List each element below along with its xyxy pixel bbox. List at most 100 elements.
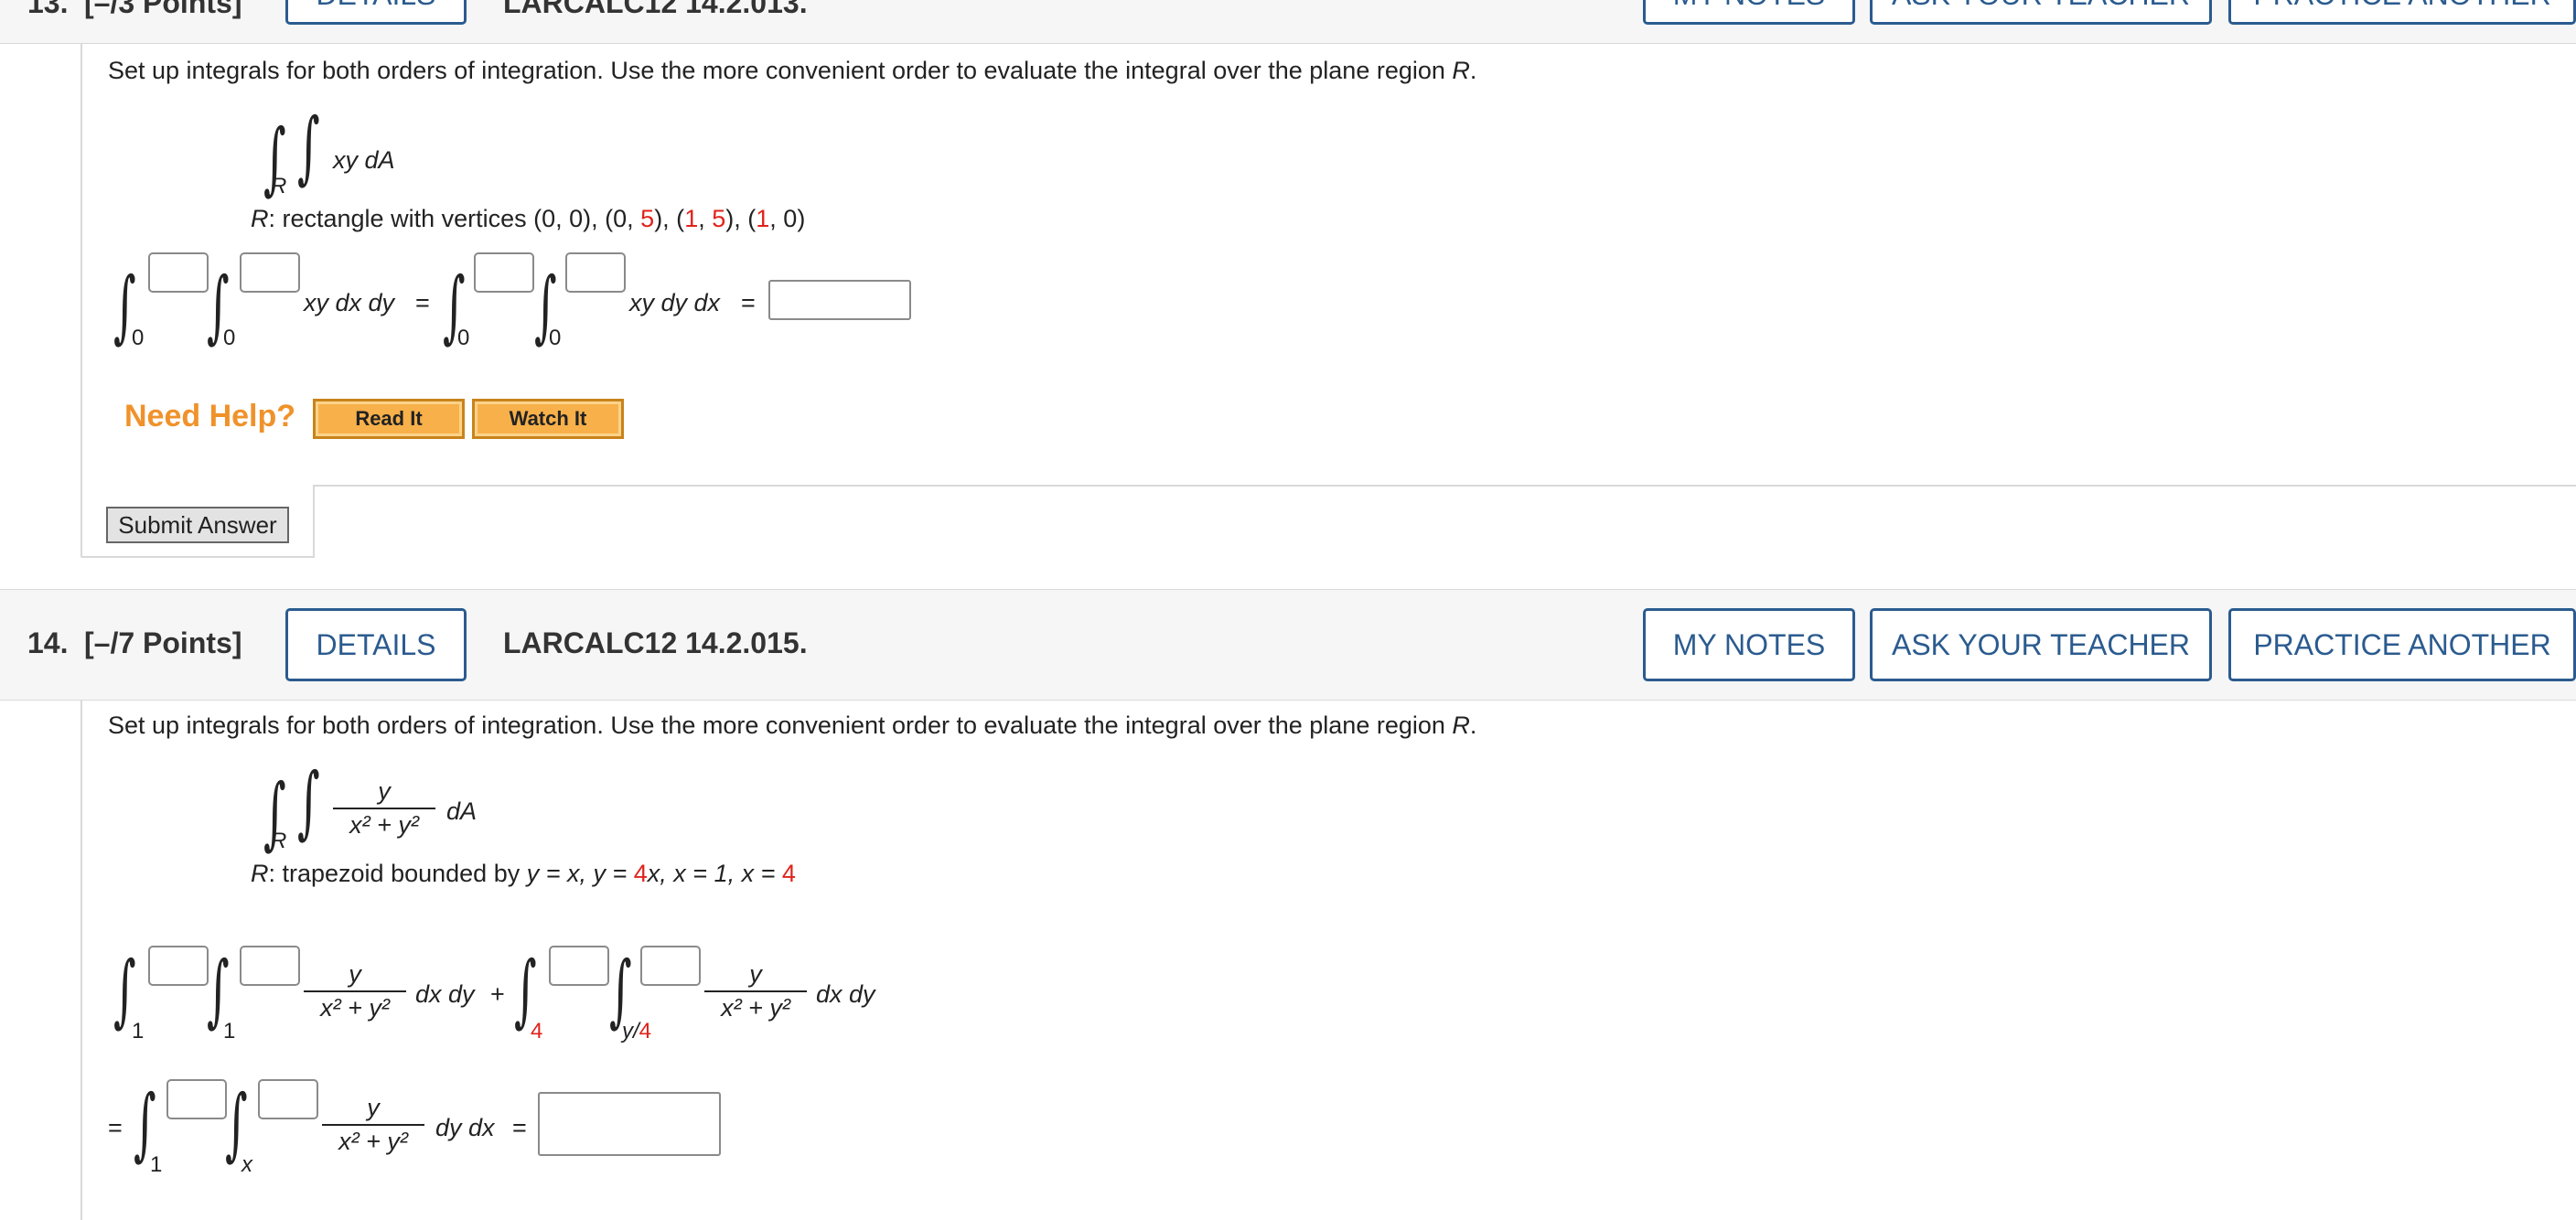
details-button[interactable]: DETAILS	[285, 608, 467, 681]
lower-limit: 1	[132, 1019, 145, 1043]
submit-area-divider	[313, 485, 2576, 487]
dy-dx: dy dx	[435, 1114, 495, 1141]
integrand-fraction: y x² + y²	[304, 960, 406, 1022]
fraction-denominator: x² + y²	[338, 1128, 408, 1155]
vertex-value: 1	[756, 205, 770, 232]
plus-sign: +	[490, 980, 505, 1008]
fraction-bar	[333, 808, 435, 809]
practice-another-button[interactable]: PRACTICE ANOTHER	[2228, 608, 2576, 681]
upper-limit-input[interactable]	[166, 1079, 227, 1119]
my-notes-button[interactable]: MY NOTES	[1643, 0, 1855, 25]
ask-your-teacher-button[interactable]: ASK YOUR TEACHER	[1870, 0, 2212, 25]
upper-limit-input[interactable]	[565, 252, 626, 293]
fraction-denominator: x² + y²	[349, 811, 419, 839]
lower-limit: 1	[150, 1152, 163, 1177]
question-14-number: 14.	[27, 626, 69, 659]
lower-limit: 4	[531, 1019, 543, 1043]
lower-limit: 0	[549, 326, 562, 350]
integrand-fraction: y x² + y²	[704, 960, 807, 1022]
fraction-denominator: x² + y²	[721, 994, 790, 1022]
integrand-xy-dA: xy dA	[333, 146, 395, 174]
region-subscript: R	[271, 174, 287, 198]
lower-limit: 1	[223, 1019, 236, 1043]
fraction-numerator: y	[378, 777, 391, 805]
region-equation: y = x, y =	[526, 860, 634, 887]
statement-region: R	[1452, 57, 1470, 84]
question-14-points: [–/7 Points]	[84, 626, 242, 659]
fraction-numerator: y	[367, 1094, 380, 1121]
integrand-fraction: y x² + y²	[333, 777, 435, 840]
region-text: : trapezoid bounded by	[268, 860, 527, 887]
practice-another-button[interactable]: PRACTICE ANOTHER	[2228, 0, 2576, 25]
watch-it-button[interactable]: Watch It	[472, 399, 624, 439]
region-label: R	[251, 205, 269, 232]
upper-limit-input[interactable]	[240, 252, 300, 293]
answer-input[interactable]	[538, 1092, 721, 1156]
question-13-points: [–/3 Points]	[84, 0, 242, 19]
lower-limit: 0	[223, 326, 236, 350]
region-constant: 4	[633, 860, 648, 887]
question-13-number: 13.	[27, 0, 69, 19]
lower-limit-constant: 4	[639, 1019, 652, 1043]
statement-text: Set up integrals for both orders of inte…	[108, 712, 1453, 739]
statement-period: .	[1469, 57, 1477, 84]
lower-limit: x	[242, 1152, 252, 1177]
dx-dy: dx dy	[816, 980, 875, 1008]
read-it-button[interactable]: Read It	[313, 399, 465, 439]
region-equation: x, x = 1, x =	[647, 860, 782, 887]
lower-limit: y/4	[622, 1019, 651, 1044]
upper-limit-input[interactable]	[549, 946, 609, 986]
integrand-xy-dx-dy: xy dx dy	[304, 289, 395, 316]
upper-limit-input[interactable]	[148, 252, 209, 293]
vertex-value: 5	[640, 205, 655, 232]
question-13-statement: Set up integrals for both orders of inte…	[108, 57, 1476, 85]
question-13-header: 13. [–/3 Points] DETAILS LARCALC12 14.2.…	[0, 0, 2576, 44]
answer-input[interactable]	[768, 280, 911, 320]
equals-sign: =	[512, 1114, 527, 1141]
submit-answer-button[interactable]: Submit Answer	[106, 507, 289, 543]
upper-limit-input[interactable]	[148, 946, 209, 986]
fraction-bar	[322, 1124, 424, 1126]
lower-limit: 0	[132, 326, 145, 350]
fraction-numerator: y	[749, 960, 762, 988]
lower-limit-prefix: y/	[622, 1019, 639, 1043]
fraction-denominator: x² + y²	[320, 994, 390, 1022]
fraction-bar	[704, 990, 807, 992]
question-14-statement: Set up integrals for both orders of inte…	[108, 712, 1476, 740]
question-13-bottom-border	[80, 556, 315, 558]
equals-sign: =	[108, 1114, 123, 1141]
upper-limit-input[interactable]	[640, 946, 701, 986]
question-13-reference: LARCALC12 14.2.013.	[503, 0, 808, 19]
submit-area-divider-vertical	[313, 485, 315, 556]
lower-limit: 0	[457, 326, 470, 350]
details-button[interactable]: DETAILS	[285, 0, 467, 25]
region-description: R: rectangle with vertices (0, 0), (0, 5…	[251, 205, 805, 233]
equals-sign: =	[741, 289, 756, 316]
upper-limit-input[interactable]	[474, 252, 534, 293]
integrand-xy-dy-dx: xy dy dx	[629, 289, 721, 316]
equals-sign: =	[415, 289, 430, 316]
statement-region: R	[1452, 712, 1470, 739]
double-integral-sign-2: ∫	[297, 756, 320, 848]
double-integral-sign-2: ∫	[297, 102, 320, 193]
region-text: ), (	[654, 205, 685, 232]
question-14-header: 14. [–/7 Points] DETAILS LARCALC12 14.2.…	[0, 589, 2576, 701]
question-14-reference: LARCALC12 14.2.015.	[503, 626, 808, 659]
need-help-label: Need Help?	[124, 399, 296, 433]
region-subscript: R	[271, 829, 287, 853]
fraction-numerator: y	[349, 960, 361, 988]
question-13-content-border	[80, 44, 82, 556]
region-text: , 0)	[769, 205, 806, 232]
region-text: ), (	[725, 205, 757, 232]
my-notes-button[interactable]: MY NOTES	[1643, 608, 1855, 681]
region-description: R: trapezoid bounded by y = x, y = 4x, x…	[251, 860, 796, 888]
upper-limit-input[interactable]	[240, 946, 300, 986]
region-text: : rectangle with vertices (0, 0), (0,	[268, 205, 641, 232]
region-constant: 4	[781, 860, 796, 887]
ask-your-teacher-button[interactable]: ASK YOUR TEACHER	[1870, 608, 2212, 681]
region-label: R	[251, 860, 269, 887]
statement-text: Set up integrals for both orders of inte…	[108, 57, 1453, 84]
dA: dA	[446, 797, 478, 825]
integrand-fraction: y x² + y²	[322, 1094, 424, 1156]
upper-limit-input[interactable]	[258, 1079, 318, 1119]
